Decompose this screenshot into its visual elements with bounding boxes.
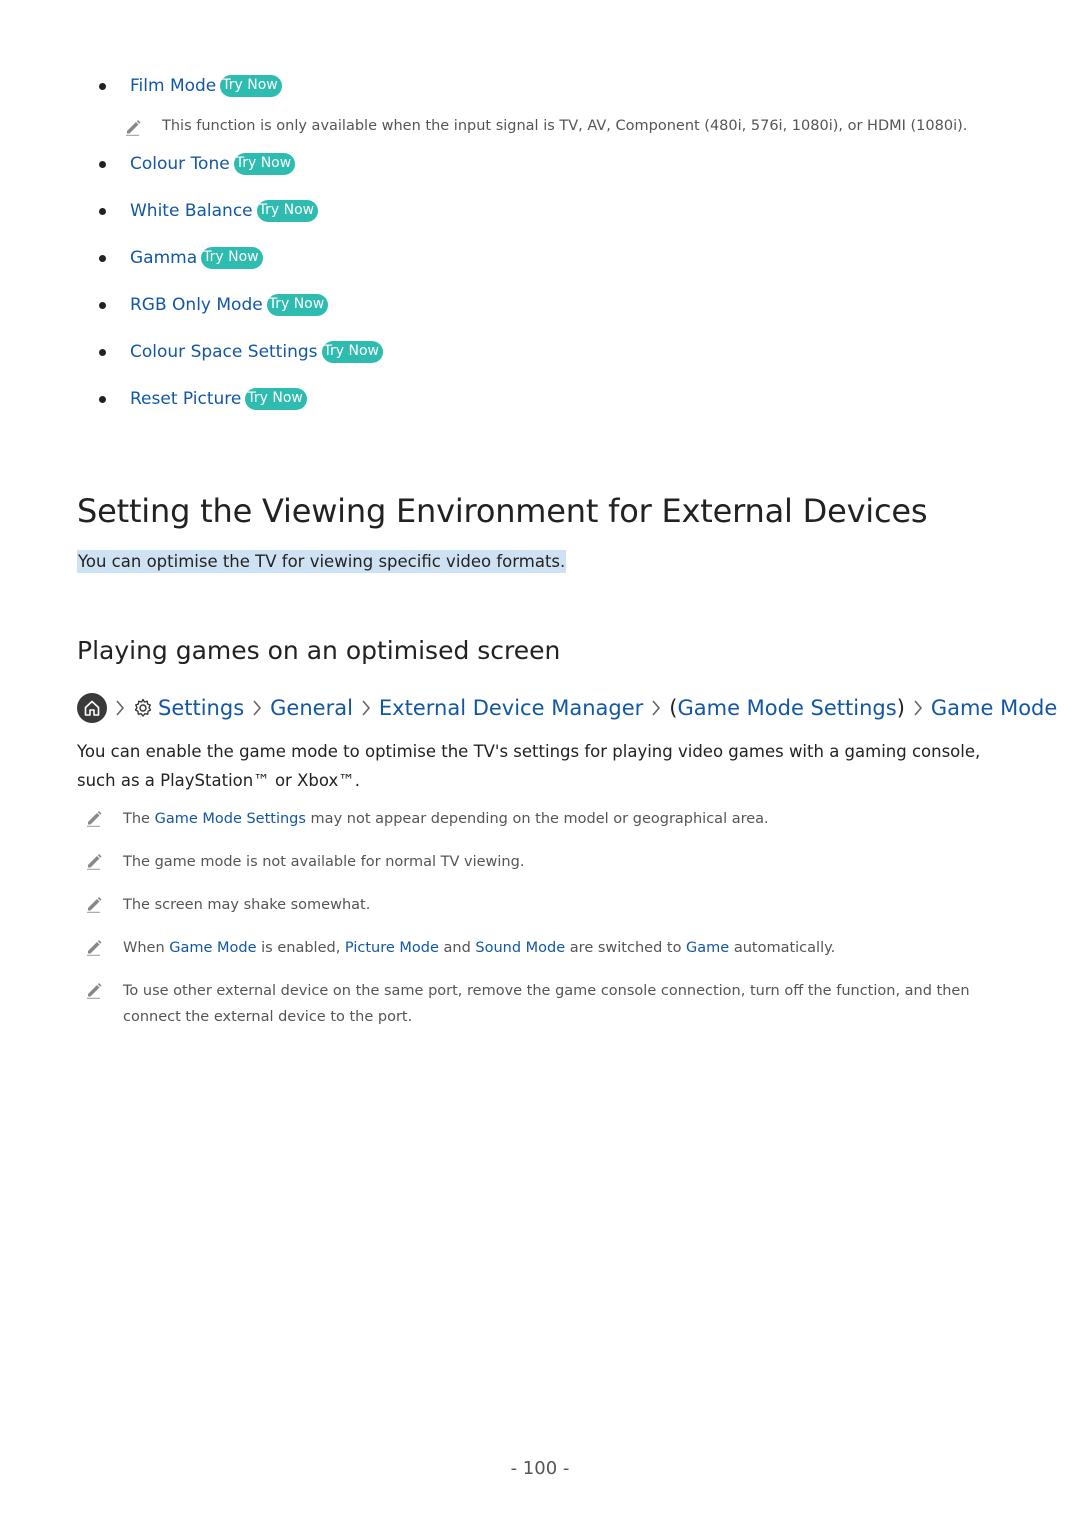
bullet-icon <box>99 348 106 356</box>
chevron-right-icon <box>913 699 923 717</box>
body-paragraph: You can enable the game mode to optimise… <box>77 742 981 790</box>
picture-settings-list: Film Mode Try Now This function is only … <box>96 72 967 413</box>
try-now-button[interactable]: Try Now <box>233 153 296 175</box>
note-link[interactable]: Game Mode Settings <box>155 811 306 827</box>
colour-tone-link[interactable]: Colour Tone <box>130 154 230 174</box>
note-link[interactable]: Game Mode <box>169 940 256 956</box>
white-balance-link[interactable]: White Balance <box>130 201 253 221</box>
chevron-right-icon <box>252 699 262 717</box>
note-text-fragment: is enabled, <box>256 940 345 956</box>
list-item-reset-picture: Reset Picture Try Now <box>96 385 967 413</box>
note-text-fragment: and <box>438 940 476 956</box>
note-text-fragment: To use other external device on the same… <box>123 983 970 1025</box>
bullet-icon <box>99 160 106 168</box>
subsection-title: Playing games on an optimised screen <box>77 636 561 665</box>
list-item-rgb-only-mode: RGB Only Mode Try Now <box>96 291 967 319</box>
chevron-right-icon <box>651 699 661 717</box>
breadcrumb-external-device-manager[interactable]: External Device Manager <box>379 696 643 720</box>
pencil-note-icon <box>87 854 102 870</box>
pencil-note-icon <box>87 983 102 999</box>
list-item-gamma: Gamma Try Now <box>96 244 967 272</box>
note-item: The Game Mode Settings may not appear de… <box>85 806 985 832</box>
chevron-right-icon <box>115 699 125 717</box>
section-intro-highlighted: You can optimise the TV for viewing spec… <box>77 550 567 573</box>
home-icon[interactable] <box>77 693 107 723</box>
pencil-note-icon <box>87 940 102 956</box>
try-now-button[interactable]: Try Now <box>220 75 282 97</box>
note-item: When Game Mode is enabled, Picture Mode … <box>85 935 985 961</box>
note-item: To use other external device on the same… <box>85 978 985 1030</box>
breadcrumb-general[interactable]: General <box>270 696 353 720</box>
note-text: The game mode is not available for norma… <box>123 849 524 875</box>
note-text-fragment: automatically. <box>729 940 836 956</box>
bullet-icon <box>99 301 106 309</box>
page-number: - 100 - <box>510 1458 570 1479</box>
menu-path-breadcrumb: Settings General External Device Manager… <box>77 693 1057 723</box>
film-mode-link[interactable]: Film Mode <box>130 76 216 96</box>
breadcrumb-game-mode[interactable]: Game Mode <box>931 696 1057 720</box>
bullet-icon <box>99 395 106 403</box>
gear-icon <box>133 698 153 718</box>
note-item: The screen may shake somewhat. <box>85 892 985 918</box>
note-link[interactable]: Picture Mode <box>345 940 439 956</box>
list-item-colour-tone: Colour Tone Try Now <box>96 150 967 178</box>
breadcrumb-game-mode-settings[interactable]: (Game Mode Settings) <box>669 696 905 720</box>
try-now-button[interactable]: Try Now <box>266 294 329 316</box>
reset-picture-link[interactable]: Reset Picture <box>130 389 241 409</box>
try-now-button[interactable]: Try Now <box>245 388 307 410</box>
colour-space-settings-link[interactable]: Colour Space Settings <box>130 342 318 362</box>
chevron-right-icon <box>361 699 371 717</box>
try-now-button[interactable]: Try Now <box>321 341 383 363</box>
pencil-note-icon <box>87 897 102 913</box>
note-text-fragment: When <box>123 940 170 956</box>
note-text: When Game Mode is enabled, Picture Mode … <box>123 935 835 961</box>
gamma-link[interactable]: Gamma <box>130 248 197 268</box>
note-text: The Game Mode Settings may not appear de… <box>123 806 769 832</box>
list-item-film-mode: Film Mode Try Now <box>96 72 967 100</box>
note-text-fragment: The <box>123 811 155 827</box>
list-item-white-balance: White Balance Try Now <box>96 197 967 225</box>
note-text-fragment: The screen may shake somewhat. <box>123 897 371 913</box>
breadcrumb-settings[interactable]: Settings <box>158 696 244 720</box>
note-item: The game mode is not available for norma… <box>85 849 985 875</box>
bullet-icon <box>99 207 106 215</box>
note-link[interactable]: Sound Mode <box>475 940 565 956</box>
pencil-note-icon <box>87 811 102 827</box>
note-text: The screen may shake somewhat. <box>123 892 370 918</box>
note-text-fragment: The game mode is not available for norma… <box>123 854 525 870</box>
note-text-fragment: are switched to <box>565 940 687 956</box>
try-now-button[interactable]: Try Now <box>256 200 319 222</box>
pencil-note-icon <box>126 120 141 136</box>
film-mode-note: This function is only available when the… <box>124 118 967 136</box>
bullet-icon <box>99 82 106 90</box>
notes-list: The Game Mode Settings may not appear de… <box>85 806 985 1047</box>
note-link[interactable]: Game <box>686 940 729 956</box>
note-text: To use other external device on the same… <box>123 978 985 1030</box>
bullet-icon <box>99 254 106 262</box>
section-title: Setting the Viewing Environment for Exte… <box>77 492 928 530</box>
list-item-colour-space-settings: Colour Space Settings Try Now <box>96 338 967 366</box>
note-text-fragment: may not appear depending on the model or… <box>305 811 769 827</box>
rgb-only-mode-link[interactable]: RGB Only Mode <box>130 295 263 315</box>
try-now-button[interactable]: Try Now <box>201 247 263 269</box>
